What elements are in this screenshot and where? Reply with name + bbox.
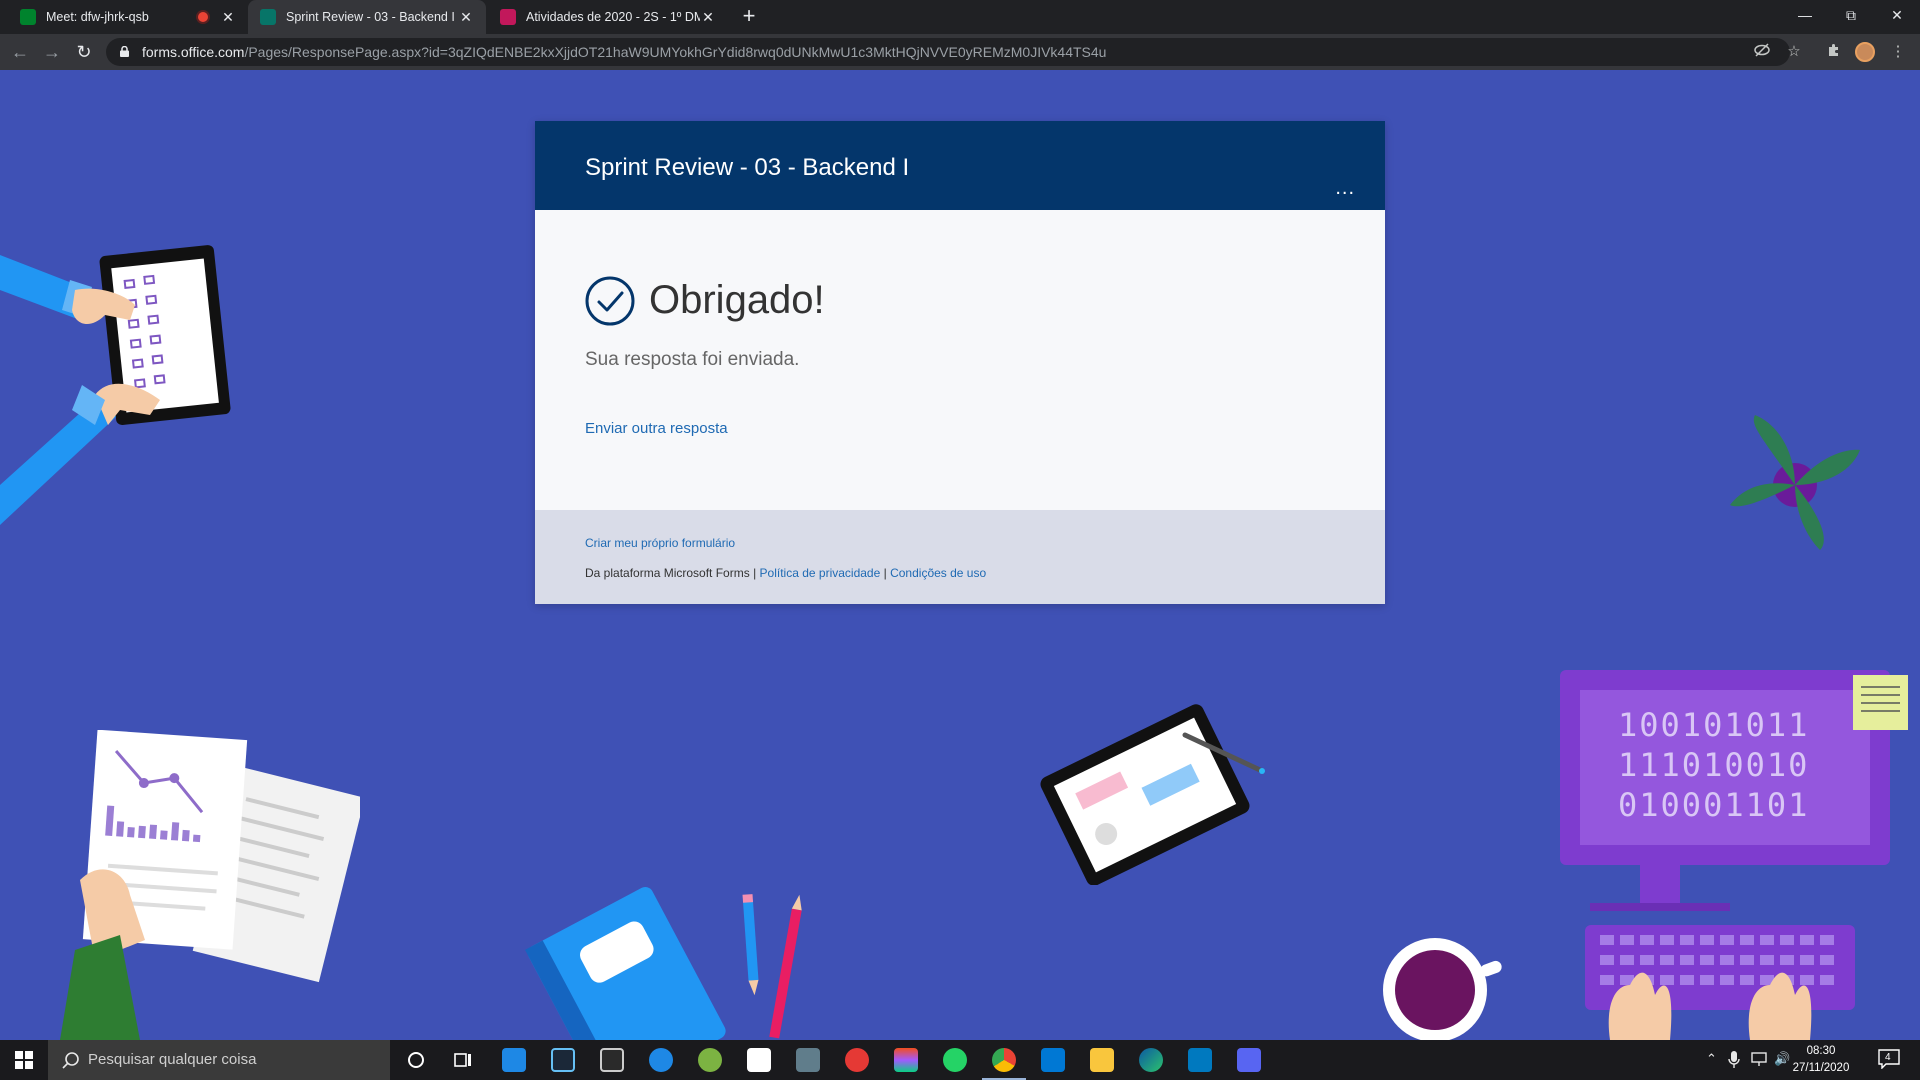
form-header: Sprint Review - 03 - Backend I ... [535, 121, 1385, 210]
documents-charts-illustration [60, 730, 360, 1040]
search-placeholder: Pesquisar qualquer coisa [88, 1051, 257, 1068]
response-card: Sprint Review - 03 - Backend I ... Obrig… [535, 121, 1385, 604]
microsoft-forms-icon [260, 9, 276, 25]
clock-time: 08:30 [1806, 1045, 1836, 1057]
tracking-blocked-icon[interactable] [1752, 42, 1772, 62]
browser-tab-strip: Meet: dfw-jhrk-qsb ✕ Sprint Review - 03 … [0, 0, 1920, 34]
clock-date: 27/11/2020 [1792, 1062, 1850, 1074]
close-tab-icon[interactable]: ✕ [220, 9, 236, 26]
back-button[interactable]: ← [8, 40, 32, 64]
youtube-music-icon[interactable] [845, 1048, 869, 1072]
tray-chevron-up-icon[interactable]: ⌃ [1706, 1051, 1717, 1067]
notebook-pencils-illustration [525, 886, 802, 1040]
trello-icon[interactable] [1188, 1048, 1212, 1072]
browser-toolbar: ← → ↻ forms.office.com/Pages/ResponsePag… [0, 34, 1920, 70]
whatsapp-icon[interactable] [943, 1048, 967, 1072]
separator: | [883, 566, 887, 580]
plant-illustration [1730, 415, 1860, 550]
file-explorer-icon[interactable] [1090, 1048, 1114, 1072]
thanks-heading: Obrigado! [649, 278, 825, 322]
restore-button[interactable]: ⧉ [1828, 0, 1874, 30]
terms-of-use-link[interactable]: Condições de uso [890, 566, 986, 580]
discord-icon[interactable] [1237, 1048, 1261, 1072]
chrome-icon[interactable] [982, 1048, 1026, 1080]
vscode-icon[interactable] [1041, 1048, 1065, 1072]
start-button[interactable] [0, 1040, 48, 1080]
footer-info: Da plataforma Microsoft Forms | Política… [585, 566, 986, 580]
google-meet-icon [20, 9, 36, 25]
minimize-button[interactable]: — [1782, 0, 1828, 30]
profile-avatar[interactable] [1855, 42, 1875, 62]
new-tab-button[interactable]: + [738, 5, 760, 28]
notification-count: 4 [1885, 1052, 1891, 1063]
lock-icon [120, 46, 129, 57]
close-window-button[interactable]: ✕ [1874, 0, 1920, 30]
figma-icon[interactable] [894, 1048, 918, 1072]
windows-logo-icon [15, 1051, 33, 1069]
response-sent-message: Sua resposta foi enviada. [585, 349, 800, 370]
forward-button[interactable]: → [40, 40, 64, 64]
separator: | [753, 566, 757, 580]
checkmark-circle-icon [585, 276, 635, 326]
taskbar-search-box[interactable]: Pesquisar qualquer coisa [48, 1040, 390, 1080]
binary-line: 010001101 [1618, 786, 1810, 824]
create-own-form-link[interactable]: Criar meu próprio formulário [585, 536, 735, 550]
steam-icon[interactable] [551, 1048, 575, 1072]
calculator-icon[interactable] [796, 1048, 820, 1072]
mail-icon[interactable] [502, 1048, 526, 1072]
search-icon [62, 1052, 79, 1069]
epic-games-icon[interactable] [600, 1048, 624, 1072]
classroom-icon [500, 9, 516, 25]
network-icon[interactable] [1750, 1051, 1768, 1067]
windows-taskbar: Pesquisar qualquer coisa ⌃ 🔊 08:30 27/11… [0, 1040, 1920, 1080]
tab-title: Sprint Review - 03 - Backend I [286, 10, 455, 24]
tab-meet[interactable]: Meet: dfw-jhrk-qsb ✕ [8, 0, 248, 34]
tab-atividades[interactable]: Atividades de 2020 - 2S - 1º DM ✕ [488, 0, 728, 34]
close-tab-icon[interactable]: ✕ [458, 9, 474, 26]
extensions-icon[interactable] [1824, 42, 1844, 62]
confirmation-body: Obrigado! Sua resposta foi enviada. Envi… [535, 210, 1385, 510]
microphone-icon[interactable] [1728, 1051, 1740, 1069]
tablet-pen-illustration [1040, 704, 1265, 885]
recording-indicator-icon [198, 12, 208, 22]
more-options-button[interactable]: ... [1335, 178, 1355, 198]
tablet-checklist-illustration [0, 245, 231, 525]
reload-button[interactable]: ↻ [72, 40, 96, 64]
url-path: /Pages/ResponsePage.aspx?id=3qZIQdENBE2k… [244, 44, 1107, 60]
form-title: Sprint Review - 03 - Backend I [585, 154, 910, 181]
address-bar[interactable]: forms.office.com/Pages/ResponsePage.aspx… [106, 38, 1790, 66]
menu-icon[interactable]: ⋮ [1888, 42, 1908, 62]
cortana-icon[interactable] [404, 1048, 428, 1072]
utorrent-icon[interactable] [698, 1048, 722, 1072]
binary-code-text: 100101011 111010010 010001101 [1618, 705, 1809, 825]
form-footer: Criar meu próprio formulário Da platafor… [535, 510, 1385, 604]
bookmark-star-icon[interactable]: ☆ [1784, 42, 1804, 62]
url-text: forms.office.com/Pages/ResponsePage.aspx… [142, 44, 1106, 60]
privacy-policy-link[interactable]: Política de privacidade [760, 566, 881, 580]
platform-text: Da plataforma Microsoft Forms [585, 566, 750, 580]
binary-line: 100101011 [1618, 706, 1810, 744]
edge-icon[interactable] [1139, 1048, 1163, 1072]
task-view-icon[interactable] [451, 1048, 475, 1072]
tab-title: Meet: dfw-jhrk-qsb [46, 10, 149, 24]
binary-line: 111010010 [1618, 746, 1810, 784]
coffee-cup-illustration [1383, 938, 1502, 1040]
system-clock[interactable]: 08:30 27/11/2020 [1786, 1043, 1856, 1077]
url-domain: forms.office.com [142, 44, 245, 60]
close-tab-icon[interactable]: ✕ [700, 9, 716, 26]
microsoft-store-icon[interactable] [747, 1048, 771, 1072]
tab-title: Atividades de 2020 - 2S - 1º DM [526, 10, 700, 24]
submit-another-response-link[interactable]: Enviar outra resposta [585, 420, 728, 437]
tab-sprint-review[interactable]: Sprint Review - 03 - Backend I ✕ [248, 0, 486, 34]
origin-icon[interactable] [649, 1048, 673, 1072]
